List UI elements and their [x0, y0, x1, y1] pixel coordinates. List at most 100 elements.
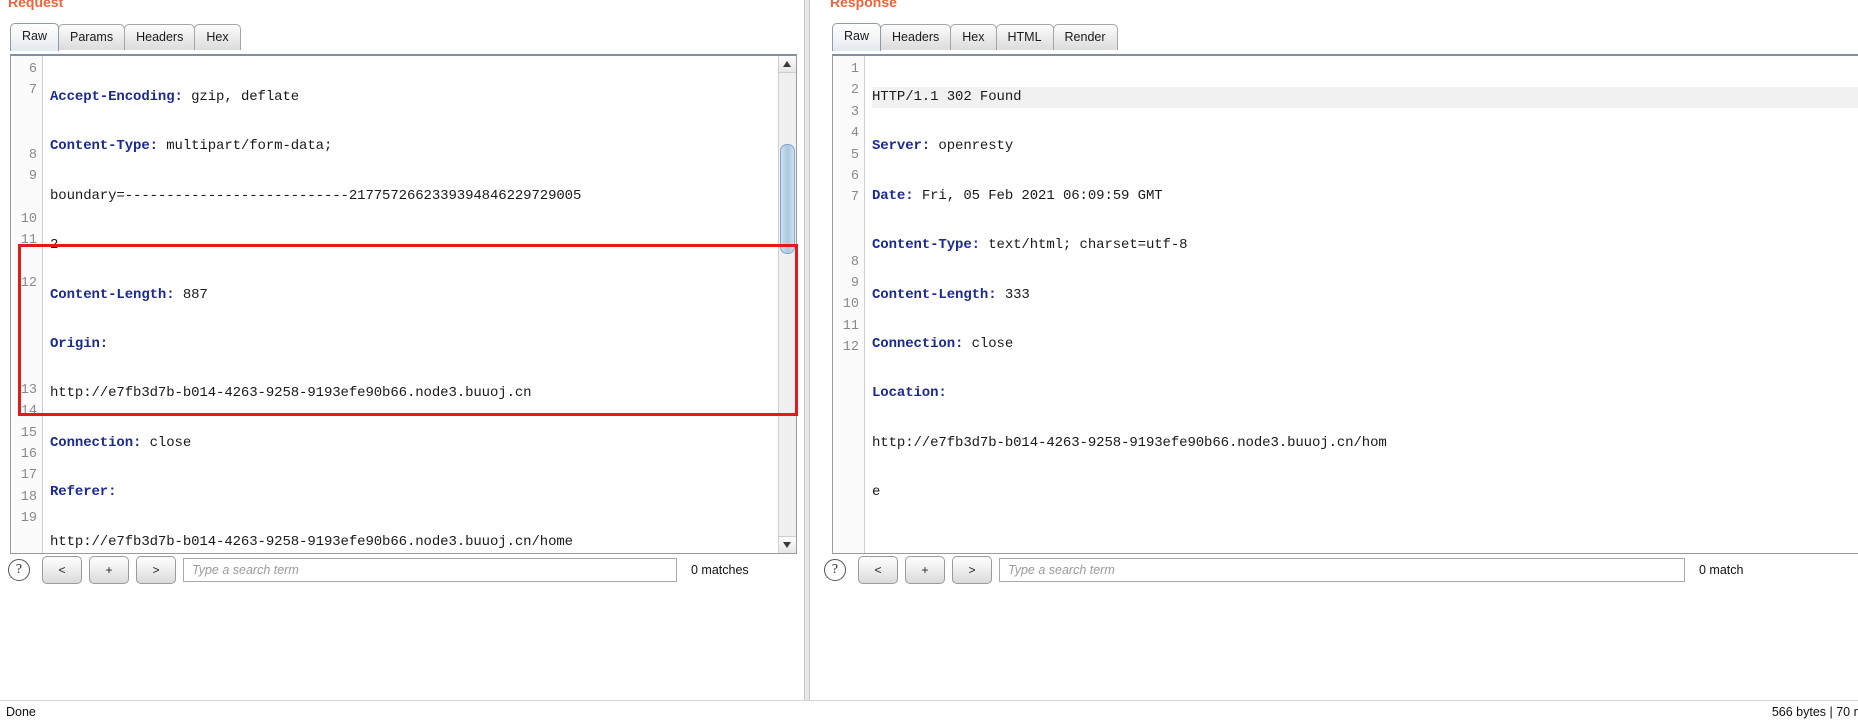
line-number: 6 [28, 62, 37, 77]
code-line: Location: [872, 385, 947, 402]
search-prev-button[interactable]: < [858, 556, 898, 584]
search-prev-button[interactable]: < [42, 556, 82, 584]
request-line-number-gutter: 6 7 8 9 10 11 12 13 14 15 16 17 18 19 [11, 56, 43, 553]
line-number: 13 [20, 382, 37, 398]
line-number: 3 [850, 104, 859, 120]
request-tab-headers[interactable]: Headers [124, 24, 196, 50]
line-number: 11 [842, 318, 859, 334]
response-size-info: 566 bytes | 70 m [1771, 705, 1858, 719]
line-number: 10 [20, 211, 37, 227]
request-tab-raw[interactable]: Raw [10, 23, 60, 51]
code-line: Content-Length: 333 [872, 286, 1030, 303]
line-number: 19 [20, 511, 37, 527]
line-number [11, 187, 42, 208]
help-icon[interactable]: ? [824, 559, 846, 581]
code-line: e [872, 484, 881, 501]
line-number [833, 444, 864, 465]
line-number [833, 380, 864, 401]
response-panel-heading: Response [830, 0, 897, 10]
line-number: 9 [28, 168, 37, 184]
response-tab-render[interactable]: Render [1052, 24, 1118, 50]
line-number [11, 123, 42, 144]
line-number [833, 230, 864, 251]
line-number [11, 252, 42, 273]
line-number [11, 337, 42, 358]
response-tab-headers[interactable]: Headers [880, 24, 952, 50]
code-line: Referer: [50, 484, 117, 501]
request-tab-params[interactable]: Params [58, 24, 126, 50]
response-tab-hex[interactable]: Hex [950, 24, 997, 50]
scroll-thumb[interactable] [780, 144, 795, 254]
line-number [11, 316, 42, 337]
search-add-button[interactable]: + [89, 556, 129, 584]
line-number [11, 358, 42, 379]
line-number: 18 [20, 489, 37, 505]
code-line: Content-Length: 887 [50, 286, 208, 303]
line-number: 6 [850, 168, 859, 184]
line-number: 7 [850, 190, 859, 206]
line-number: 16 [20, 447, 37, 463]
line-number: 2 [850, 83, 859, 99]
line-number [833, 401, 864, 422]
response-line-number-gutter: 1 2 3 4 5 6 7 8 9 10 11 12 [833, 56, 865, 553]
status-bar: Done 566 bytes | 70 m [0, 700, 1858, 727]
burp-repeater-window: Request Raw Params Headers Hex 6 7 8 9 1… [0, 0, 1858, 727]
line-number [11, 294, 42, 315]
response-tab-raw[interactable]: Raw [832, 23, 882, 51]
line-number: 9 [850, 275, 859, 291]
line-number: 8 [850, 254, 859, 270]
response-raw-editor[interactable]: 1 2 3 4 5 6 7 8 9 10 11 12 HTTP/1.1 302 … [832, 54, 1858, 554]
line-number: 7 [28, 83, 37, 99]
code-line: http://e7fb3d7b-b014-4263-9258-9193efe90… [50, 385, 532, 402]
code-line: http://e7fb3d7b-b014-4263-9258-9193efe90… [872, 434, 1387, 451]
code-line: boundary=---------------------------2177… [50, 187, 582, 204]
line-number: 4 [850, 126, 859, 142]
response-tabstrip[interactable]: Raw Headers Hex HTML Render [832, 22, 1118, 51]
code-line: Origin: [50, 335, 109, 352]
help-icon[interactable]: ? [8, 559, 30, 581]
code-line: Content-Type: text/html; charset=utf-8 [872, 237, 1188, 254]
response-search-input[interactable]: Type a search term [999, 558, 1685, 582]
line-number: 10 [842, 297, 859, 313]
code-line: 2 [50, 237, 59, 254]
line-number: 17 [20, 468, 37, 484]
line-number: 5 [850, 147, 859, 163]
request-panel-heading: Request [8, 0, 64, 10]
line-number: 11 [20, 233, 37, 249]
scroll-down-arrow-icon[interactable] [779, 536, 796, 553]
line-number: 1 [850, 62, 859, 77]
panel-splitter[interactable] [804, 0, 810, 700]
request-raw-editor[interactable]: 6 7 8 9 10 11 12 13 14 15 16 17 18 19 Ac… [10, 54, 797, 554]
response-search-bar[interactable]: ? < + > Type a search term 0 match [824, 556, 1743, 584]
line-number: 8 [28, 147, 37, 163]
line-number: 12 [842, 340, 859, 356]
line-number: 14 [20, 404, 37, 420]
request-search-input[interactable]: Type a search term [183, 558, 677, 582]
scroll-up-arrow-icon[interactable] [779, 56, 796, 73]
window-top-edge [0, 0, 1858, 3]
response-tab-html[interactable]: HTML [995, 24, 1054, 50]
response-code-area[interactable]: HTTP/1.1 302 Found Server: openresty Dat… [865, 56, 1858, 553]
code-line: Connection: close [872, 335, 1014, 352]
request-tabstrip[interactable]: Raw Params Headers Hex [10, 22, 241, 51]
status-message: Done [6, 705, 36, 719]
line-number [833, 209, 864, 230]
line-number [11, 102, 42, 123]
request-tab-hex[interactable]: Hex [194, 24, 241, 50]
line-number: 12 [20, 275, 37, 291]
line-number [833, 423, 864, 444]
request-search-bar[interactable]: ? < + > Type a search term 0 matches [8, 556, 749, 584]
search-next-button[interactable]: > [136, 556, 176, 584]
request-vertical-scrollbar[interactable] [778, 56, 796, 553]
search-add-button[interactable]: + [905, 556, 945, 584]
code-line: Content-Type: multipart/form-data; [50, 138, 333, 155]
line-number: 15 [20, 425, 37, 441]
response-match-count: 0 match [1699, 563, 1744, 577]
code-line: http://e7fb3d7b-b014-4263-9258-9193efe90… [50, 533, 573, 550]
request-code-area[interactable]: Accept-Encoding: gzip, deflate Content-T… [43, 56, 796, 553]
code-line: HTTP/1.1 302 Found [872, 87, 1858, 109]
code-line: Accept-Encoding: gzip, deflate [50, 89, 300, 105]
line-number [833, 358, 864, 379]
search-next-button[interactable]: > [952, 556, 992, 584]
